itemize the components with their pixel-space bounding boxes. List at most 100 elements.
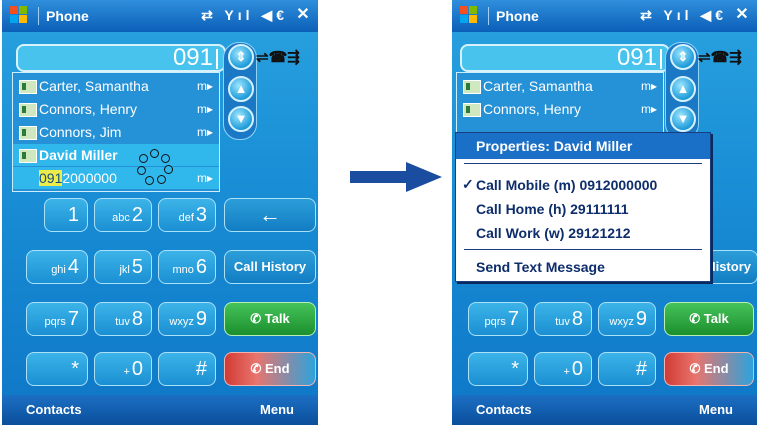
key-star[interactable]: *: [468, 352, 528, 386]
talk-button[interactable]: ✆ Talk: [224, 302, 316, 336]
key-hash[interactable]: #: [158, 352, 216, 386]
contacts-softkey[interactable]: Contacts: [26, 402, 82, 417]
transition-arrow-icon: [350, 162, 442, 192]
contact-match-list: Carter, Samantha m▸ Connors, Henry m▸ Co…: [12, 72, 220, 192]
softkey-bar: Contacts Menu: [452, 395, 757, 425]
app-title: Phone: [496, 8, 539, 24]
contact-match-list: Carter, Samantha m▸ Connors, Henry m▸: [456, 72, 664, 134]
list-item[interactable]: Connors, Henry m▸: [13, 98, 219, 120]
phone-icon: ✆: [250, 311, 265, 326]
menu-item-send-text[interactable]: Send Text Message: [476, 257, 605, 277]
close-icon[interactable]: ✕: [294, 5, 312, 25]
key-3[interactable]: def 3: [158, 198, 216, 232]
menu-item-properties[interactable]: Properties: David Miller: [476, 136, 632, 156]
contact-name: Connors, Henry: [39, 101, 138, 117]
menu-softkey[interactable]: Menu: [260, 402, 294, 417]
check-icon: ✓: [462, 176, 474, 192]
contacts-softkey[interactable]: Contacts: [476, 402, 532, 417]
title-bar: Phone ⇄ Yıl ◀€ ✕: [452, 0, 757, 32]
key-8[interactable]: tuv 8: [94, 302, 152, 336]
contact-name: David Miller: [39, 147, 118, 163]
windows-start-icon[interactable]: [10, 6, 28, 24]
hangup-icon: ✆: [250, 361, 265, 376]
key-2[interactable]: abc 2: [94, 198, 152, 232]
status-icons[interactable]: ⇄ Yıl ◀€: [201, 7, 288, 24]
number-rest: 2000000: [62, 170, 117, 186]
phone-screen-before: Phone ⇄ Yıl ◀€ ✕ 091 ⇕ ▲ ▼ ⇌☎⇶ Carter, S…: [2, 0, 318, 425]
contact-name: Connors, Henry: [483, 101, 582, 117]
scroll-up-icon[interactable]: ▲: [228, 76, 254, 102]
key-6[interactable]: mno 6: [158, 250, 216, 284]
key-0[interactable]: +0: [534, 352, 592, 386]
title-separator: [488, 7, 489, 25]
call-history-button[interactable]: Call History: [224, 250, 316, 284]
contact-card-icon: [19, 103, 37, 117]
key-star[interactable]: *: [26, 352, 88, 386]
dialed-number-field[interactable]: 091: [460, 44, 670, 72]
contact-context-menu: Properties: David Miller ✓ Call Mobile (…: [455, 132, 711, 282]
dialed-number-field[interactable]: 091: [16, 44, 226, 72]
busy-spinner-icon: [137, 149, 173, 185]
selected-contact[interactable]: David Miller: [13, 144, 219, 166]
scroll-down-icon[interactable]: ▼: [228, 106, 254, 132]
windows-start-icon[interactable]: [460, 6, 478, 24]
dialed-number: 091: [616, 44, 657, 71]
contact-name: Carter, Samantha: [483, 78, 593, 94]
call-status-icons: ⇌☎⇶: [256, 49, 300, 66]
matched-prefix: 091: [39, 170, 63, 186]
menu-divider: [464, 249, 702, 250]
matched-number-row[interactable]: 0912000000 m▸: [13, 167, 219, 189]
key-9[interactable]: wxyz 9: [598, 302, 656, 336]
list-item[interactable]: Carter, Samantha m▸: [13, 75, 219, 97]
menu-item-call-home[interactable]: Call Home (h) 29111111: [476, 199, 629, 219]
menu-item-call-mobile[interactable]: Call Mobile (m) 0912000000: [476, 175, 657, 195]
end-button[interactable]: ✆ End: [224, 352, 316, 386]
contact-card-icon: [463, 103, 481, 117]
close-icon[interactable]: ✕: [733, 5, 751, 25]
backspace-button[interactable]: ←: [224, 198, 316, 232]
scroll-down-icon[interactable]: ▼: [670, 106, 696, 132]
menu-header-highlight: Properties: David Miller: [456, 133, 710, 159]
status-icons[interactable]: ⇄ Yıl ◀€: [640, 7, 727, 24]
list-item[interactable]: Connors, Jim m▸: [13, 121, 219, 143]
contact-card-icon: [19, 80, 37, 94]
scroll-up-icon[interactable]: ▲: [670, 76, 696, 102]
dialed-number: 091: [172, 44, 213, 71]
title-separator: [38, 7, 39, 25]
phone-type: m▸: [640, 102, 657, 116]
contact-name: Carter, Samantha: [39, 78, 149, 94]
key-5[interactable]: jkl 5: [94, 250, 152, 284]
key-1[interactable]: 1: [44, 198, 88, 232]
list-item[interactable]: Carter, Samantha m▸: [457, 75, 663, 97]
key-7[interactable]: pqrs 7: [468, 302, 528, 336]
contact-card-icon: [463, 80, 481, 94]
phone-type: m▸: [640, 79, 657, 93]
phone-type: m▸: [196, 79, 213, 93]
app-title: Phone: [46, 8, 89, 24]
list-item[interactable]: Connors, Henry m▸: [457, 98, 663, 120]
menu-item-call-work[interactable]: Call Work (w) 29121212: [476, 223, 631, 243]
toggle-icon[interactable]: ⇕: [228, 44, 254, 70]
key-4[interactable]: ghi 4: [26, 250, 88, 284]
menu-softkey[interactable]: Menu: [699, 402, 733, 417]
contact-name: Connors, Jim: [39, 124, 122, 140]
key-hash[interactable]: #: [598, 352, 656, 386]
phone-type: m▸: [196, 125, 213, 139]
key-0[interactable]: +0: [94, 352, 152, 386]
title-bar: Phone ⇄ Yıl ◀€ ✕: [2, 0, 318, 32]
end-button[interactable]: ✆ End: [664, 352, 754, 386]
contact-card-icon: [19, 149, 37, 163]
contact-card-icon: [19, 126, 37, 140]
key-7[interactable]: pqrs 7: [26, 302, 88, 336]
phone-type: m▸: [196, 102, 213, 116]
hangup-icon: ✆: [689, 361, 704, 376]
toggle-icon[interactable]: ⇕: [670, 44, 696, 70]
menu-divider: [464, 163, 702, 164]
phone-type: m▸: [196, 171, 213, 185]
key-8[interactable]: tuv 8: [534, 302, 592, 336]
key-9[interactable]: wxyz 9: [158, 302, 216, 336]
softkey-bar: Contacts Menu: [2, 395, 318, 425]
phone-icon: ✆: [689, 311, 704, 326]
call-status-icons: ⇌☎⇶: [698, 49, 742, 66]
talk-button[interactable]: ✆ Talk: [664, 302, 754, 336]
